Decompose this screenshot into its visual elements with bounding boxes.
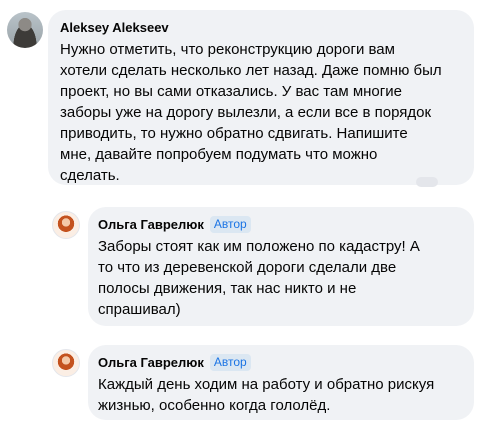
author-name-blur bbox=[170, 20, 199, 34]
reply-line: Заборы стоят как им положено по кадастру… bbox=[98, 238, 420, 255]
reply-line: Каждый день ходим на работу и обратно ри… bbox=[98, 376, 435, 393]
reply-bubble: Ольга Гаврелюк Автор Каждый день ходим н… bbox=[88, 345, 474, 420]
comment-line: приводить, то нужно обратно сдвигать. На… bbox=[60, 125, 408, 142]
reply-text: Каждый день ходим на работу и обратно ри… bbox=[98, 374, 464, 416]
reply-text: Заборы стоят как им положено по кадастру… bbox=[98, 236, 464, 320]
comment-line: мне, давайте попробуем подумать что можн… bbox=[60, 146, 378, 163]
author-name-reply[interactable]: Ольга Гаврелюк bbox=[98, 355, 204, 370]
reply-line: то что из деревенской дороги сделали две bbox=[98, 259, 397, 276]
author-badge: Автор bbox=[209, 353, 251, 371]
author-row: Ольга Гаврелюк Автор bbox=[98, 215, 464, 233]
avatar-aleksey[interactable] bbox=[7, 12, 43, 48]
comments-thread: Aleksey Alekseev Нужно отметить, что рек… bbox=[0, 0, 489, 438]
avatar-olga[interactable] bbox=[52, 211, 80, 239]
author-name-reply[interactable]: Ольга Гаврелюк bbox=[98, 217, 204, 232]
reaction-indicator[interactable] bbox=[416, 177, 438, 187]
author-row: Aleksey Alekseev bbox=[60, 18, 464, 36]
reply-line: спрашивал) bbox=[98, 301, 181, 318]
comment-line: заборы уже на дорогу вылезли, а если все… bbox=[60, 104, 432, 121]
comment-line: сделать. bbox=[60, 167, 120, 184]
comment-line: хотели сделать несколько лет назад. Даже… bbox=[60, 62, 442, 79]
comment-line: проект, но вы сами отказались. У вас там… bbox=[60, 83, 402, 100]
reply-line: полосы движения, так нас никто и не bbox=[98, 280, 357, 297]
author-name-main[interactable]: Aleksey Alekseev bbox=[60, 20, 169, 35]
author-row: Ольга Гаврелюк Автор bbox=[98, 353, 464, 371]
comment-line: Нужно отметить, что реконструкцию дороги… bbox=[60, 41, 395, 58]
reply-bubble: Ольга Гаврелюк Автор Заборы стоят как им… bbox=[88, 207, 474, 326]
avatar-olga[interactable] bbox=[52, 349, 80, 377]
author-badge: Автор bbox=[209, 215, 251, 233]
comment-text-main: Нужно отметить, что реконструкцию дороги… bbox=[60, 39, 464, 186]
reply-line: жизнью, особенно когда гололёд. bbox=[98, 397, 331, 414]
comment-bubble-main: Aleksey Alekseev Нужно отметить, что рек… bbox=[48, 10, 474, 187]
